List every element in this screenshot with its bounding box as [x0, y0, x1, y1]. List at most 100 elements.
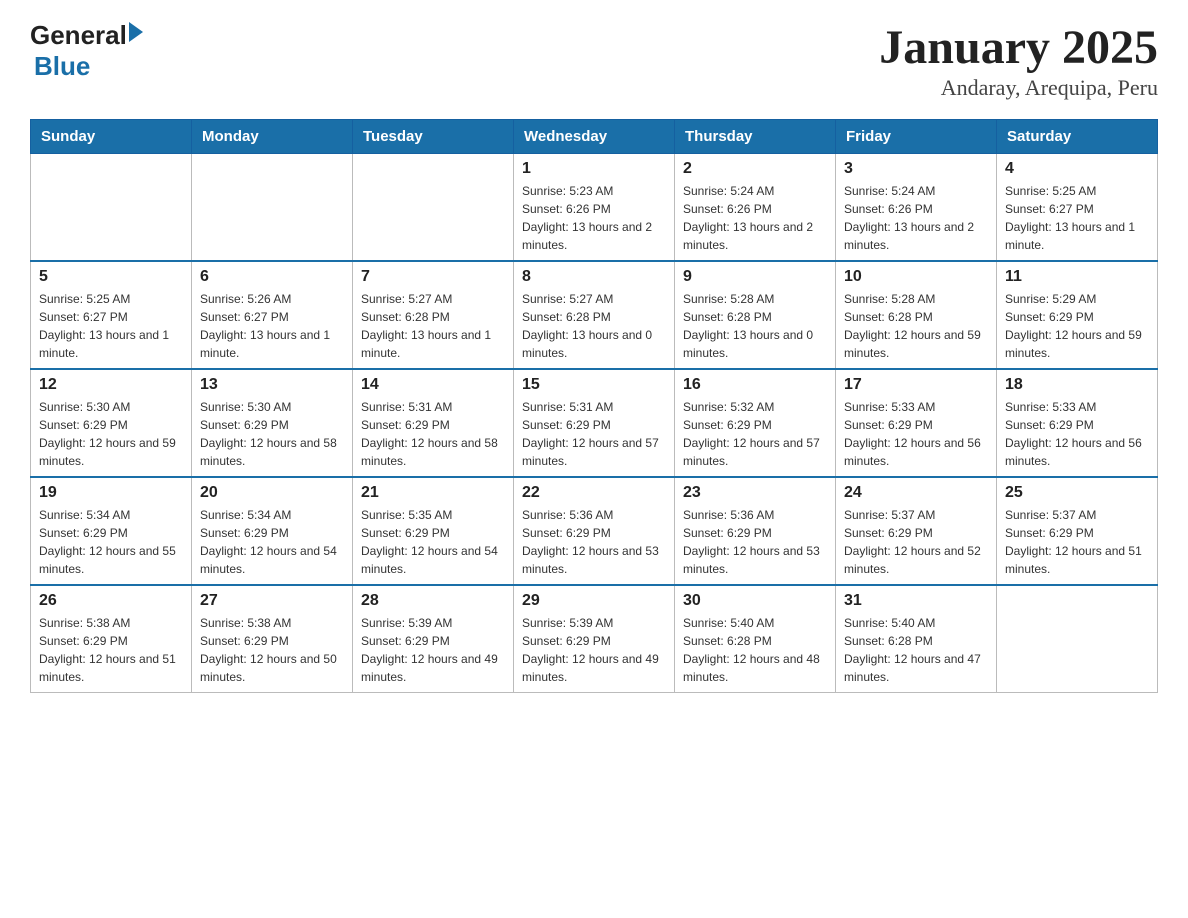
calendar-header-tuesday: Tuesday [353, 120, 514, 154]
calendar-cell: 8 Sunrise: 5:27 AMSunset: 6:28 PMDaylight… [514, 261, 675, 369]
calendar-cell: 31 Sunrise: 5:40 AMSunset: 6:28 PMDayligh… [836, 585, 997, 693]
day-number: 22 [522, 484, 666, 502]
day-number: 16 [683, 376, 827, 394]
day-number: 27 [200, 592, 344, 610]
day-info: Sunrise: 5:25 AMSunset: 6:27 PMDaylight:… [39, 290, 183, 362]
day-info: Sunrise: 5:32 AMSunset: 6:29 PMDaylight:… [683, 398, 827, 470]
day-info: Sunrise: 5:33 AMSunset: 6:29 PMDaylight:… [1005, 398, 1149, 470]
calendar-cell [31, 154, 192, 262]
day-info: Sunrise: 5:30 AMSunset: 6:29 PMDaylight:… [200, 398, 344, 470]
calendar-week-row: 1Sunrise: 5:23 AMSunset: 6:26 PMDaylight… [31, 154, 1158, 262]
day-number: 10 [844, 268, 988, 286]
calendar-header-saturday: Saturday [997, 120, 1158, 154]
day-info: Sunrise: 5:27 AMSunset: 6:28 PMDaylight:… [522, 290, 666, 362]
day-info: Sunrise: 5:30 AMSunset: 6:29 PMDaylight:… [39, 398, 183, 470]
calendar-cell: 16 Sunrise: 5:32 AMSunset: 6:29 PMDayligh… [675, 369, 836, 477]
page-header: General Blue January 2025 Andaray, Arequ… [30, 20, 1158, 101]
day-info: Sunrise: 5:40 AMSunset: 6:28 PMDaylight:… [844, 614, 988, 686]
day-info: Sunrise: 5:35 AMSunset: 6:29 PMDaylight:… [361, 506, 505, 578]
day-info: Sunrise: 5:31 AMSunset: 6:29 PMDaylight:… [522, 398, 666, 470]
day-info: Sunrise: 5:27 AMSunset: 6:28 PMDaylight:… [361, 290, 505, 362]
calendar-header-wednesday: Wednesday [514, 120, 675, 154]
calendar-cell: 12 Sunrise: 5:30 AMSunset: 6:29 PMDayligh… [31, 369, 192, 477]
logo: General Blue [30, 20, 143, 82]
calendar-week-row: 12 Sunrise: 5:30 AMSunset: 6:29 PMDayligh… [31, 369, 1158, 477]
day-number: 11 [1005, 268, 1149, 286]
calendar-cell: 5 Sunrise: 5:25 AMSunset: 6:27 PMDaylight… [31, 261, 192, 369]
day-info: Sunrise: 5:38 AMSunset: 6:29 PMDaylight:… [200, 614, 344, 686]
day-number: 4 [1005, 160, 1149, 178]
calendar-header-friday: Friday [836, 120, 997, 154]
day-number: 13 [200, 376, 344, 394]
calendar-cell: 6Sunrise: 5:26 AMSunset: 6:27 PMDaylight… [192, 261, 353, 369]
day-number: 15 [522, 376, 666, 394]
calendar-cell: 15 Sunrise: 5:31 AMSunset: 6:29 PMDayligh… [514, 369, 675, 477]
day-info: Sunrise: 5:28 AMSunset: 6:28 PMDaylight:… [683, 290, 827, 362]
calendar-cell: 20Sunrise: 5:34 AMSunset: 6:29 PMDayligh… [192, 477, 353, 585]
calendar-cell: 11 Sunrise: 5:29 AMSunset: 6:29 PMDayligh… [997, 261, 1158, 369]
day-number: 2 [683, 160, 827, 178]
calendar-cell: 4 Sunrise: 5:25 AMSunset: 6:27 PMDaylight… [997, 154, 1158, 262]
day-number: 3 [844, 160, 988, 178]
calendar-week-row: 19Sunrise: 5:34 AMSunset: 6:29 PMDayligh… [31, 477, 1158, 585]
calendar-header-thursday: Thursday [675, 120, 836, 154]
day-number: 8 [522, 268, 666, 286]
day-info: Sunrise: 5:29 AMSunset: 6:29 PMDaylight:… [1005, 290, 1149, 362]
logo-general-text: General [30, 20, 127, 51]
calendar-header-sunday: Sunday [31, 120, 192, 154]
calendar-cell: 27 Sunrise: 5:38 AMSunset: 6:29 PMDayligh… [192, 585, 353, 693]
day-number: 24 [844, 484, 988, 502]
day-number: 29 [522, 592, 666, 610]
day-info: Sunrise: 5:25 AMSunset: 6:27 PMDaylight:… [1005, 182, 1149, 254]
day-number: 18 [1005, 376, 1149, 394]
calendar-cell: 28 Sunrise: 5:39 AMSunset: 6:29 PMDayligh… [353, 585, 514, 693]
day-number: 31 [844, 592, 988, 610]
day-info: Sunrise: 5:38 AMSunset: 6:29 PMDaylight:… [39, 614, 183, 686]
logo-arrow-icon [129, 22, 143, 42]
day-info: Sunrise: 5:36 AMSunset: 6:29 PMDaylight:… [522, 506, 666, 578]
day-info: Sunrise: 5:40 AMSunset: 6:28 PMDaylight:… [683, 614, 827, 686]
day-info: Sunrise: 5:39 AMSunset: 6:29 PMDaylight:… [361, 614, 505, 686]
day-info: Sunrise: 5:33 AMSunset: 6:29 PMDaylight:… [844, 398, 988, 470]
calendar-cell [997, 585, 1158, 693]
calendar-header-row: SundayMondayTuesdayWednesdayThursdayFrid… [31, 120, 1158, 154]
calendar-cell: 2 Sunrise: 5:24 AMSunset: 6:26 PMDaylight… [675, 154, 836, 262]
day-number: 25 [1005, 484, 1149, 502]
day-number: 23 [683, 484, 827, 502]
day-info: Sunrise: 5:28 AMSunset: 6:28 PMDaylight:… [844, 290, 988, 362]
calendar-cell: 9Sunrise: 5:28 AMSunset: 6:28 PMDaylight… [675, 261, 836, 369]
calendar-cell: 14Sunrise: 5:31 AMSunset: 6:29 PMDayligh… [353, 369, 514, 477]
logo-blue-text: Blue [34, 51, 90, 81]
calendar-cell: 10 Sunrise: 5:28 AMSunset: 6:28 PMDayligh… [836, 261, 997, 369]
calendar-cell: 30 Sunrise: 5:40 AMSunset: 6:28 PMDayligh… [675, 585, 836, 693]
day-info: Sunrise: 5:34 AMSunset: 6:29 PMDaylight:… [39, 506, 183, 578]
day-info: Sunrise: 5:37 AMSunset: 6:29 PMDaylight:… [844, 506, 988, 578]
calendar-cell: 26Sunrise: 5:38 AMSunset: 6:29 PMDayligh… [31, 585, 192, 693]
calendar-cell: 22 Sunrise: 5:36 AMSunset: 6:29 PMDayligh… [514, 477, 675, 585]
calendar-cell: 17 Sunrise: 5:33 AMSunset: 6:29 PMDayligh… [836, 369, 997, 477]
calendar-week-row: 26Sunrise: 5:38 AMSunset: 6:29 PMDayligh… [31, 585, 1158, 693]
day-number: 28 [361, 592, 505, 610]
day-number: 30 [683, 592, 827, 610]
calendar-cell: 7 Sunrise: 5:27 AMSunset: 6:28 PMDaylight… [353, 261, 514, 369]
day-info: Sunrise: 5:24 AMSunset: 6:26 PMDaylight:… [683, 182, 827, 254]
day-number: 17 [844, 376, 988, 394]
calendar-table: SundayMondayTuesdayWednesdayThursdayFrid… [30, 119, 1158, 693]
calendar-cell: 29 Sunrise: 5:39 AMSunset: 6:29 PMDayligh… [514, 585, 675, 693]
calendar-cell: 3 Sunrise: 5:24 AMSunset: 6:26 PMDaylight… [836, 154, 997, 262]
calendar-cell: 19Sunrise: 5:34 AMSunset: 6:29 PMDayligh… [31, 477, 192, 585]
day-number: 7 [361, 268, 505, 286]
calendar-cell: 23 Sunrise: 5:36 AMSunset: 6:29 PMDayligh… [675, 477, 836, 585]
day-number: 5 [39, 268, 183, 286]
calendar-header-monday: Monday [192, 120, 353, 154]
day-info: Sunrise: 5:24 AMSunset: 6:26 PMDaylight:… [844, 182, 988, 254]
day-info: Sunrise: 5:39 AMSunset: 6:29 PMDaylight:… [522, 614, 666, 686]
day-info: Sunrise: 5:36 AMSunset: 6:29 PMDaylight:… [683, 506, 827, 578]
calendar-cell: 21Sunrise: 5:35 AMSunset: 6:29 PMDayligh… [353, 477, 514, 585]
calendar-cell: 1Sunrise: 5:23 AMSunset: 6:26 PMDaylight… [514, 154, 675, 262]
day-number: 20 [200, 484, 344, 502]
title-section: January 2025 Andaray, Arequipa, Peru [879, 20, 1158, 101]
day-number: 12 [39, 376, 183, 394]
calendar-cell: 13 Sunrise: 5:30 AMSunset: 6:29 PMDayligh… [192, 369, 353, 477]
day-info: Sunrise: 5:26 AMSunset: 6:27 PMDaylight:… [200, 290, 344, 362]
